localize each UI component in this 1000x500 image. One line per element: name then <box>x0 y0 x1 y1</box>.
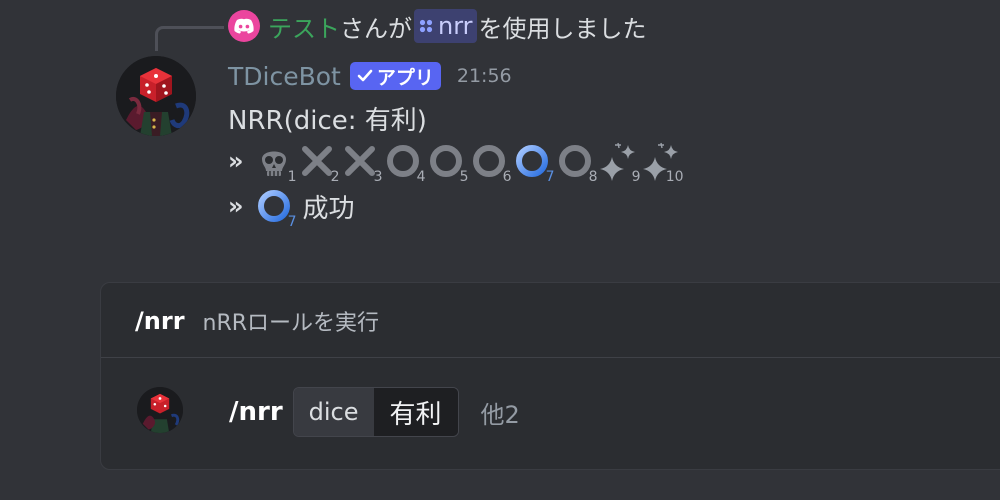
die-number: 6 <box>502 169 512 185</box>
die-number: 10 <box>665 169 684 185</box>
reply-text-middle: さんが <box>340 14 412 43</box>
apps-icon <box>418 18 434 34</box>
option-value: 有利 <box>373 388 458 436</box>
result-row: » 7 成功 <box>228 186 355 230</box>
command-mention-label: nrr <box>438 12 473 40</box>
usage-command[interactable]: /nrr <box>229 397 283 427</box>
option-chip[interactable]: dice 有利 <box>292 387 459 437</box>
command-description: nRRロールを実行 <box>202 311 380 336</box>
skull-icon: 1 <box>254 141 297 185</box>
message-line-1: NRR(dice: 有利) <box>228 98 427 138</box>
sparkle-icon: 9 <box>598 141 641 185</box>
cross-icon: 2 <box>297 141 340 185</box>
divider <box>101 357 1000 358</box>
discord-icon <box>228 10 260 42</box>
reply-username[interactable]: テスト <box>268 9 340 44</box>
die-number: 3 <box>373 169 383 185</box>
dice-row: » 1 2 3 4 5 6 7 8 9 10 <box>228 141 684 185</box>
cross-icon: 3 <box>340 141 383 185</box>
chat-view: テスト さんが nrr を使用しました TDiceBot アプリ 21:56 N… <box>0 0 1000 500</box>
app-badge: アプリ <box>349 62 441 90</box>
blue-ring-icon: 7 <box>254 186 297 230</box>
command-title: /nrr nRRロールを実行 <box>135 303 379 339</box>
sparkle-icon: 10 <box>641 141 684 185</box>
ring-icon: 4 <box>383 141 426 185</box>
command-mention[interactable]: nrr <box>414 9 477 43</box>
more-options[interactable]: 他2 <box>481 395 520 430</box>
chevron-icon: » <box>228 147 244 175</box>
timestamp[interactable]: 21:56 <box>457 65 512 87</box>
command-usage[interactable]: /nrr dice 有利 他2 <box>229 387 520 437</box>
dice-results: 1 2 3 4 5 6 7 8 9 10 <box>254 141 684 185</box>
reply-spine <box>155 26 224 51</box>
die-number: 2 <box>330 169 340 185</box>
die-number: 8 <box>588 169 598 185</box>
checkmark-icon <box>357 69 373 83</box>
reply-text-end: を使用しました <box>478 14 647 43</box>
bot-avatar[interactable] <box>116 56 196 136</box>
die-number: 1 <box>287 169 297 185</box>
app-badge-label: アプリ <box>376 66 434 89</box>
result-text: 成功 <box>302 193 355 224</box>
result-number: 7 <box>287 214 297 230</box>
message-header: TDiceBot アプリ 21:56 <box>228 58 512 94</box>
ring-icon: 5 <box>426 141 469 185</box>
blue-ring-icon: 7 <box>512 141 555 185</box>
die-number: 5 <box>459 169 469 185</box>
ring-icon: 8 <box>555 141 598 185</box>
die-number: 4 <box>416 169 426 185</box>
die-number: 9 <box>631 169 641 185</box>
bot-avatar-small <box>137 387 183 433</box>
reply-context[interactable]: テスト さんが nrr を使用しました <box>228 8 647 44</box>
roll-title: NRR(dice: 有利) <box>228 105 427 136</box>
bot-username[interactable]: TDiceBot <box>228 62 341 91</box>
ring-icon: 6 <box>469 141 512 185</box>
command-panel: /nrr nRRロールを実行 /nrr dice 有利 他2 <box>100 282 1000 470</box>
chevron-icon: » <box>228 192 244 220</box>
option-name: dice <box>293 388 374 436</box>
die-number: 7 <box>545 169 555 185</box>
command-name[interactable]: /nrr <box>135 307 185 335</box>
